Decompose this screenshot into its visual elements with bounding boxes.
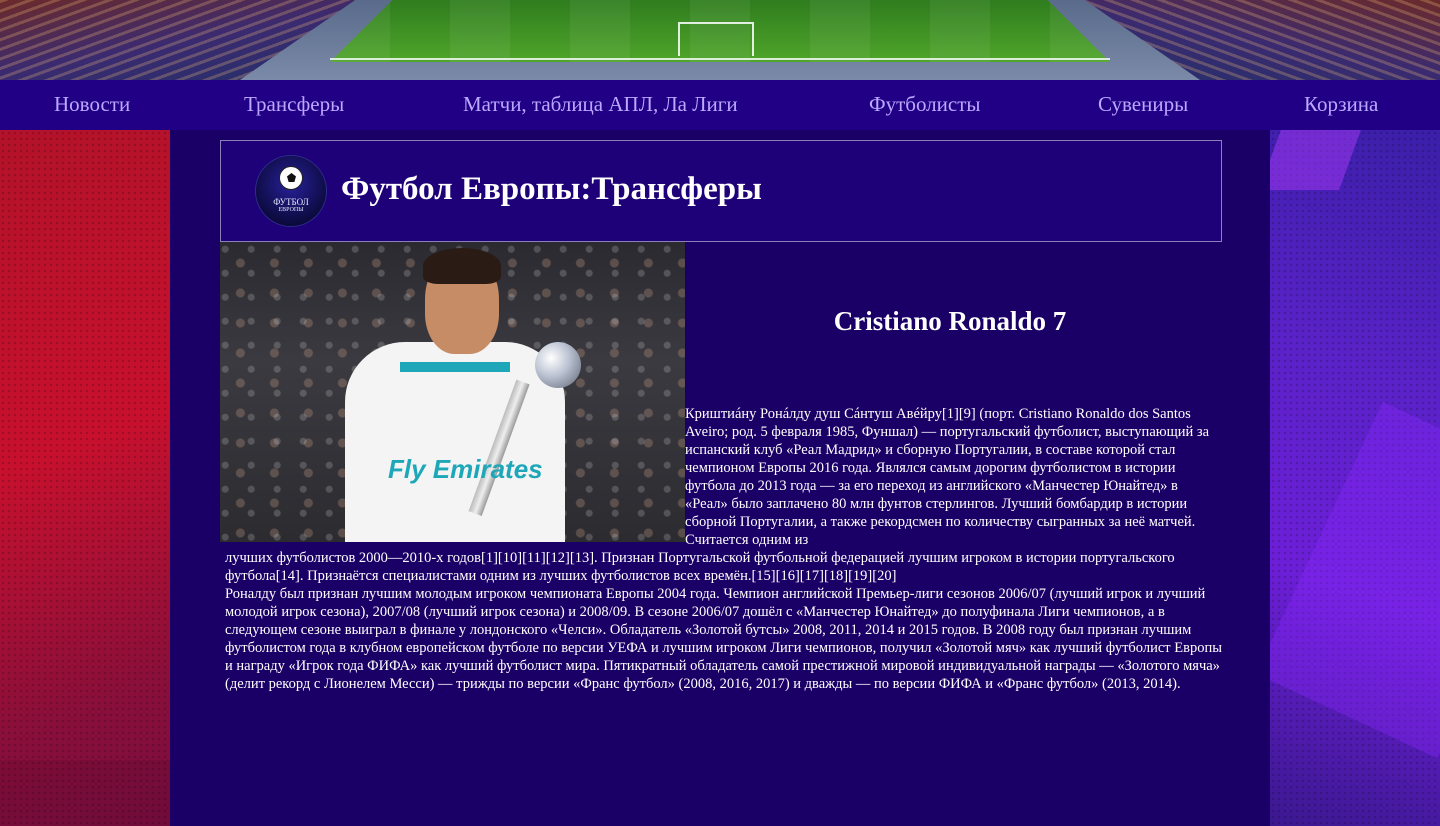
nav-item-transfers[interactable]: Трансферы: [244, 92, 344, 117]
article-body: лучших футболистов 2000—2010-х годов[1][…: [225, 549, 1225, 693]
pitch-line: [330, 58, 1110, 60]
goal-frame: [678, 22, 754, 56]
photo-shirt: [345, 342, 565, 542]
logo-text-sub: ЕВРОПЫ: [278, 207, 304, 213]
football-icon: [279, 166, 303, 190]
page-header: ФУТБОЛ ЕВРОПЫ Футбол Европы:Трансферы: [220, 140, 1222, 242]
decor-facet: [1270, 130, 1361, 190]
nav-item-souvenirs[interactable]: Сувениры: [1098, 92, 1188, 117]
nav-item-cart[interactable]: Корзина: [1304, 92, 1378, 117]
side-background-left: [0, 130, 170, 826]
trophy-icon: [535, 342, 581, 388]
logo-text-main: ФУТБОЛ: [273, 197, 309, 207]
photo-shirt-stripe: [400, 362, 510, 372]
nav-item-players[interactable]: Футболисты: [869, 92, 981, 117]
photo-sponsor-text: Fly Emirates: [388, 454, 543, 484]
player-photo: Fly Emirates: [220, 242, 685, 542]
side-background-right: [1270, 130, 1440, 826]
stadium-banner: [0, 0, 1440, 80]
nav-item-news[interactable]: Новости: [54, 92, 130, 117]
article-lead: Криштиáну Ронáлду душ Сáнтуш Авéйру[1][9…: [685, 406, 1210, 548]
article-continuation: лучших футболистов 2000—2010-х годов[1][…: [225, 550, 1175, 584]
photo-hair: [423, 248, 501, 284]
main-content: ФУТБОЛ ЕВРОПЫ Футбол Европы:Трансферы Fl…: [170, 130, 1270, 826]
site-logo[interactable]: ФУТБОЛ ЕВРОПЫ: [256, 156, 326, 226]
article-paragraph: Роналду был признан лучшим молодым игрок…: [225, 586, 1222, 692]
decor-facet: [1270, 401, 1440, 759]
nav-item-matches[interactable]: Матчи, таблица АПЛ, Ла Лиги: [463, 92, 738, 117]
main-nav: Новости Трансферы Матчи, таблица АПЛ, Ла…: [0, 80, 1440, 130]
page-title: Футбол Европы:Трансферы: [341, 171, 762, 207]
player-name: Cristiano Ronaldo 7: [833, 306, 1067, 336]
